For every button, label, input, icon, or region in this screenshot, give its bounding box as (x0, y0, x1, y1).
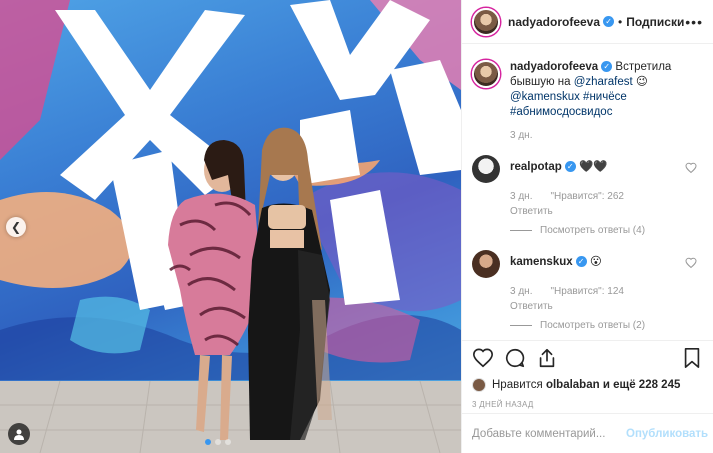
comment-meta: 3 дн. "Нравится": 124 (510, 286, 703, 297)
verified-icon: ✓ (564, 161, 576, 173)
photo-artwork (0, 0, 461, 453)
more-icon[interactable]: ••• (685, 14, 703, 30)
comment-text: kamenskux ✓ 😮 (510, 250, 703, 278)
comment-likes[interactable]: "Нравится": 262 (550, 191, 623, 202)
like-comment-icon[interactable] (685, 162, 697, 174)
add-comment-bar: Опубликовать (462, 413, 713, 453)
author-username[interactable]: nadyadorofeeva (508, 15, 600, 29)
comment-username[interactable]: realpotap (510, 161, 562, 173)
view-replies-label: Посмотреть ответы (2) (540, 320, 646, 331)
caption-avatar[interactable] (472, 60, 500, 88)
view-replies-button[interactable]: Посмотреть ответы (2) (510, 320, 703, 331)
following-button[interactable]: Подписки (626, 15, 684, 29)
user-tag-icon[interactable] (8, 423, 30, 445)
caption-time: 3 дн. (510, 130, 533, 141)
comment-item: realpotap ✓ 🖤🖤 3 дн. "Нравится": 262 Отве… (472, 155, 703, 236)
caption-text: nadyadorofeeva ✓ Встретила бывшую на @zha… (510, 60, 700, 120)
verified-icon: ✓ (601, 61, 613, 73)
mention-link[interactable]: @zharafest (574, 76, 633, 88)
heart-icon[interactable] (472, 347, 494, 369)
reply-button[interactable]: Ответить (510, 301, 703, 312)
comment-username[interactable]: kamenskux (510, 256, 573, 268)
carousel-dot[interactable] (225, 439, 231, 445)
post-comment-button[interactable]: Опубликовать (626, 428, 708, 440)
comment-body: 😮 (589, 256, 602, 268)
hashtag-link[interactable]: #ничёсе (583, 91, 627, 103)
replies-divider (510, 325, 532, 326)
post-header: nadyadorofeeva ✓ • Подписки ••• (462, 0, 713, 44)
comment-time: 3 дн. (510, 191, 533, 202)
comment-meta: 3 дн. "Нравится": 262 (510, 191, 703, 202)
chevron-left-icon[interactable]: ❮ (6, 217, 26, 237)
likes-prefix: Нравится (492, 379, 543, 391)
hashtag-link[interactable]: #абнимосдосвидос (510, 106, 612, 118)
post-photo[interactable]: ❮ (0, 0, 461, 453)
post-sidebar: nadyadorofeeva ✓ • Подписки ••• nadyador… (461, 0, 713, 453)
comment-likes[interactable]: "Нравится": 124 (550, 286, 623, 297)
replies-divider (510, 230, 532, 231)
reply-button[interactable]: Ответить (510, 206, 703, 217)
liker-username[interactable]: olbalaban (546, 379, 600, 391)
comment-avatar[interactable] (472, 155, 500, 183)
like-comment-icon[interactable] (685, 257, 697, 269)
action-bar (462, 340, 713, 374)
liker-avatar (472, 378, 486, 392)
share-icon[interactable] (536, 347, 558, 369)
comment-time: 3 дн. (510, 286, 533, 297)
mention-link[interactable]: @kamenskux (510, 91, 580, 103)
caption-emoji: 😉 (635, 76, 648, 88)
carousel-dots (205, 439, 231, 445)
user-tag-glyph (14, 429, 24, 440)
comment-text: realpotap ✓ 🖤🖤 (510, 155, 703, 183)
header-separator: • (618, 14, 623, 29)
view-replies-button[interactable]: Посмотреть ответы (4) (510, 225, 703, 236)
comment-input[interactable] (472, 427, 626, 440)
caption: nadyadorofeeva ✓ Встретила бывшую на @zha… (472, 60, 703, 120)
verified-icon: ✓ (603, 16, 615, 27)
comment-item: kamenskux ✓ 😮 3 дн. "Нравится": 124 Ответ… (472, 250, 703, 331)
caption-username[interactable]: nadyadorofeeva (510, 61, 598, 73)
carousel-dot[interactable] (205, 439, 211, 445)
comment-icon[interactable] (504, 347, 526, 369)
comment-avatar[interactable] (472, 250, 500, 278)
comments-list[interactable]: nadyadorofeeva ✓ Встретила бывшую на @zha… (462, 44, 713, 340)
likes-summary[interactable]: Нравится olbalaban и ещё 228 245 (462, 374, 713, 396)
author-avatar[interactable] (472, 7, 500, 36)
carousel-dot[interactable] (215, 439, 221, 445)
view-replies-label: Посмотреть ответы (4) (540, 225, 646, 236)
likes-count[interactable]: и ещё 228 245 (603, 379, 681, 391)
bookmark-icon[interactable] (681, 347, 703, 369)
verified-icon: ✓ (575, 256, 587, 268)
comment-body: 🖤🖤 (578, 161, 608, 173)
